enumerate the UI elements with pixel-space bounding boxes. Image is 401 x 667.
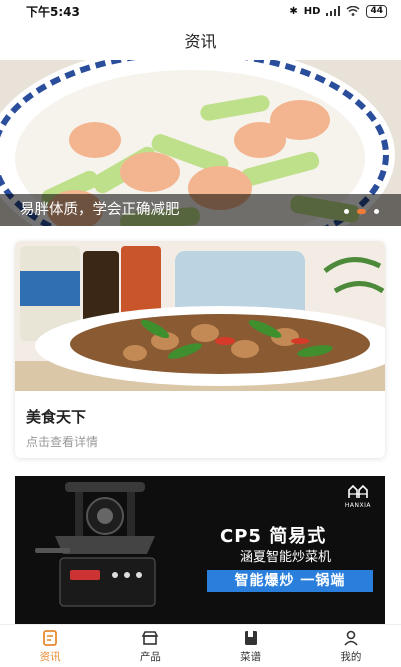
carousel-dot-active [357,209,366,214]
tab-products[interactable]: 产品 [100,625,200,667]
store-icon [142,630,159,645]
tab-label: 菜谱 [240,650,262,663]
network-label: HD [303,5,321,17]
bottom-tab-bar: 资讯 产品 菜谱 我的 [0,624,401,667]
cooking-machine-image [35,482,156,607]
news-icon [43,629,58,646]
status-time: 下午5:43 [26,4,80,19]
status-icons: ✱ HD 44 [289,4,387,18]
tab-profile[interactable]: 我的 [301,625,401,667]
battery-icon: 44 [366,4,387,18]
profile-icon [344,630,358,646]
bluetooth-icon: ✱ [289,5,298,17]
wifi-icon [346,6,360,16]
carousel-dot [374,209,379,214]
product-ad-banner[interactable]: HANXIA CP5 简易式 涵夏智能炒菜机 智能爆炒 一锅端 [15,476,385,624]
ad-tagline: 智能爆炒 一锅端 [207,570,373,592]
carousel-indicator [344,209,379,214]
brand-name: HANXIA [344,502,371,509]
article-image [15,241,385,391]
tab-news[interactable]: 资讯 [0,625,100,667]
article-title: 美食天下 [26,408,87,426]
signal-icon [326,6,341,16]
brand-mark-icon [348,484,368,498]
banner-caption: 易胖体质，学会正确减肥 [0,194,401,226]
book-icon [244,630,257,645]
status-bar: 下午5:43 ✱ HD 44 [0,0,401,22]
tab-label: 我的 [340,650,362,663]
article-subtitle: 点击查看详情 [26,435,99,449]
tab-recipes[interactable]: 菜谱 [201,625,301,667]
ad-headline: CP5 简易式 [220,526,327,547]
tab-label: 资讯 [39,650,61,663]
banner-carousel[interactable]: 易胖体质，学会正确减肥 [0,60,401,226]
carousel-dot [344,209,349,214]
page-title: 资讯 [184,32,217,51]
tab-label: 产品 [139,650,161,663]
brand-logo: HANXIA [345,484,371,509]
article-card[interactable]: 美食天下 点击查看详情 [15,241,385,458]
ad-subhead: 涵夏智能炒菜机 [240,550,332,565]
